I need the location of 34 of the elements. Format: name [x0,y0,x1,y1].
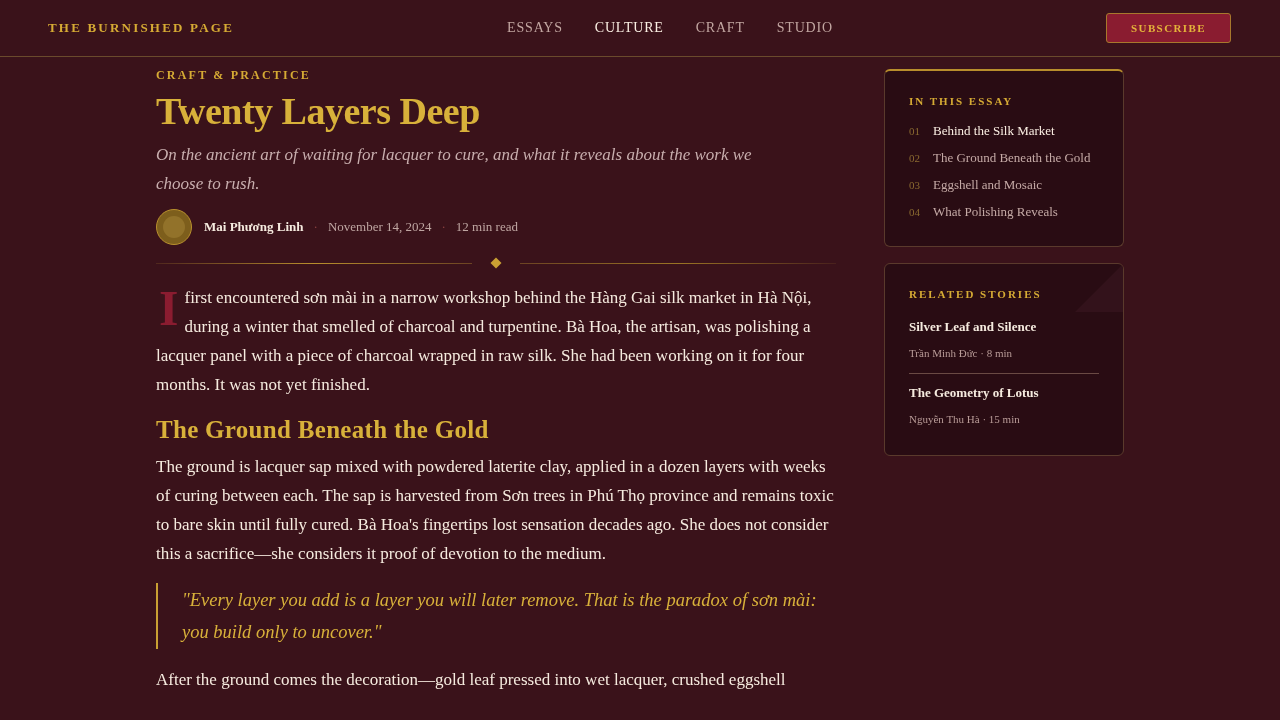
avatar-icon [156,209,192,245]
body-paragraph: After the ground comes the decoration—gold leaf pressed into wet lacquer, crushed eggshell [156,669,787,691]
meta-separator: · [441,219,446,235]
category-label[interactable]: CRAFT & PRACTICE [156,67,311,83]
publish-date: November 14, 2024 [327,219,432,235]
nav-link[interactable]: ESSAYS [507,20,563,36]
story-meta: Nguyễn Thu Hà · 15 min [909,412,1020,426]
toc-link[interactable]: Behind the Silk Market [933,121,1055,141]
toc-heading: IN THIS ESSAY [909,94,1015,108]
story-title-link[interactable]: The Geometry of Lotus [909,383,1039,403]
story-title-link[interactable]: Silver Leaf and Silence [909,317,1037,337]
meta-separator: · [313,219,318,235]
pull-quote: "Every layer you add is a layer you will later remove. That is the paradox of sơn mài: you build only to uncover." [156,583,836,649]
story-meta: Trần Minh Đức · 8 min [909,346,1013,360]
body-paragraph: The ground is lacquer sap mixed with powdered laterite clay, applied in a dozen layers with weeks of curing between each. The sap is harvested from Sơn trees in Phú Thọ province and remains toxic to bare skin until fully cured. Bà Hoa's fingertips lost sensation decades ago. She does not consider this a sacrifice—she considers it proof of devotion to the medium. [156,456,835,565]
toc-number: 04 [909,205,921,220]
nav-link[interactable]: STUDIO [776,20,833,36]
article-title: Twenty Layers Deep [156,89,480,134]
nav-link[interactable]: CULTURE [594,20,664,36]
article-subtitle: On the ancient art of waiting for lacquer to cure, and what it reveals about the work we choose to rush. [156,144,753,195]
subscribe-button[interactable]: SUBSCRIBE [1106,13,1231,43]
toc-link[interactable]: Eggshell and Mosaic [933,175,1043,195]
read-time: 12 min read [455,219,518,235]
author-name[interactable]: Mai Phương Linh [204,219,304,235]
nav-link[interactable]: CRAFT [695,20,745,36]
toc-link[interactable]: The Ground Beneath the Gold [933,148,1091,168]
toc-number: 02 [909,151,921,166]
site-logo[interactable]: THE BURNISHED PAGE [48,20,234,36]
section-heading: The Ground Beneath the Gold [156,415,489,445]
related-heading: RELATED STORIES [909,287,1043,301]
diamond-icon [490,257,502,269]
toc-number: 01 [909,124,921,139]
toc-number: 03 [909,178,921,193]
toc-link[interactable]: What Polishing Reveals [933,202,1058,222]
